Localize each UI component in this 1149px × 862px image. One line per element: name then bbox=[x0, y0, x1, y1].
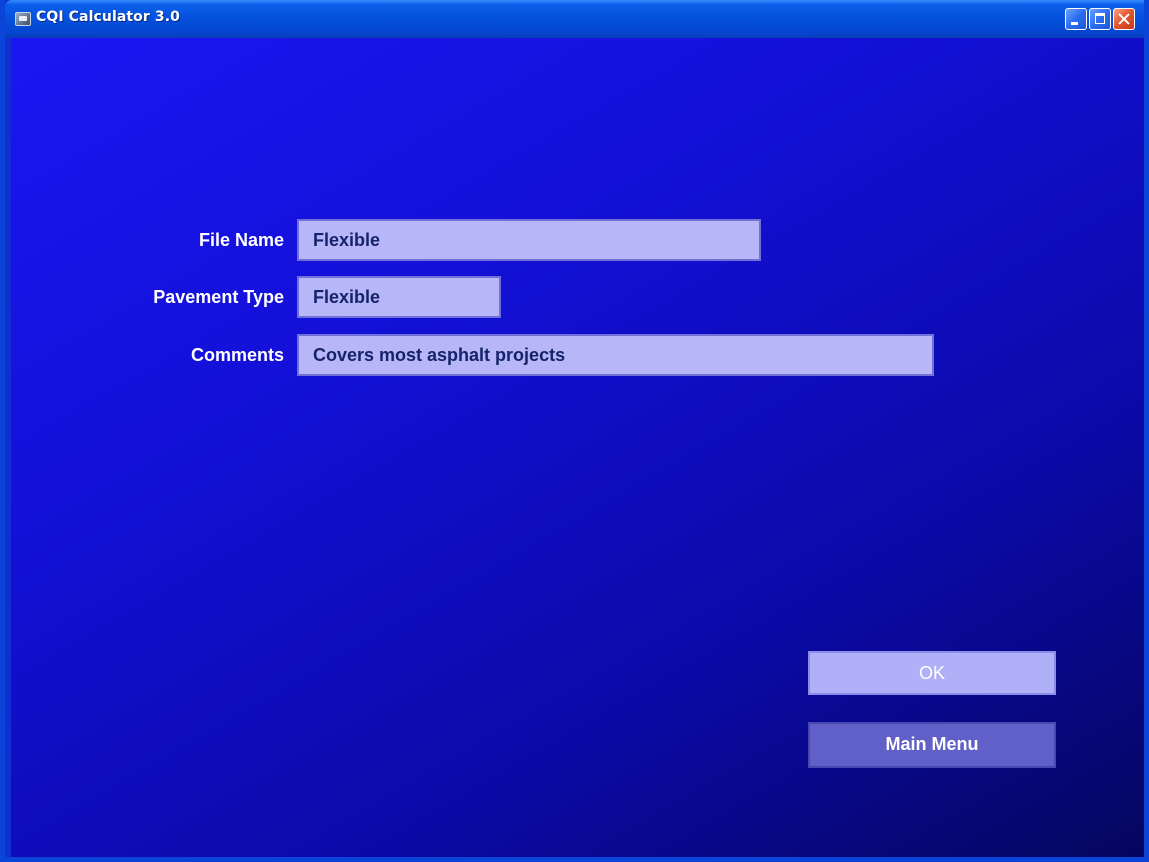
file-name-field[interactable]: Flexible bbox=[297, 219, 761, 261]
title-bar[interactable]: CQI Calculator 3.0 bbox=[5, 0, 1144, 38]
pavement-type-field[interactable]: Flexible bbox=[297, 276, 501, 318]
app-window: CQI Calculator 3.0 File Name Flexible Pa… bbox=[0, 0, 1149, 862]
form-area: File Name Flexible Pavement Type Flexibl… bbox=[11, 38, 1144, 857]
maximize-icon bbox=[1095, 13, 1105, 24]
ok-button[interactable]: OK bbox=[808, 651, 1056, 695]
pavement-type-label: Pavement Type bbox=[153, 287, 284, 307]
close-button[interactable] bbox=[1113, 8, 1135, 30]
main-menu-button[interactable]: Main Menu bbox=[808, 722, 1056, 768]
maximize-button[interactable] bbox=[1089, 8, 1111, 30]
comments-field[interactable]: Covers most asphalt projects bbox=[297, 334, 934, 376]
file-name-label: File Name bbox=[198, 230, 284, 250]
app-icon[interactable] bbox=[15, 12, 31, 26]
minimize-icon bbox=[1071, 22, 1078, 25]
minimize-button[interactable] bbox=[1065, 8, 1087, 30]
window-title: CQI Calculator 3.0 bbox=[36, 9, 180, 25]
close-icon bbox=[1114, 9, 1134, 29]
comments-label: Comments bbox=[190, 345, 284, 365]
